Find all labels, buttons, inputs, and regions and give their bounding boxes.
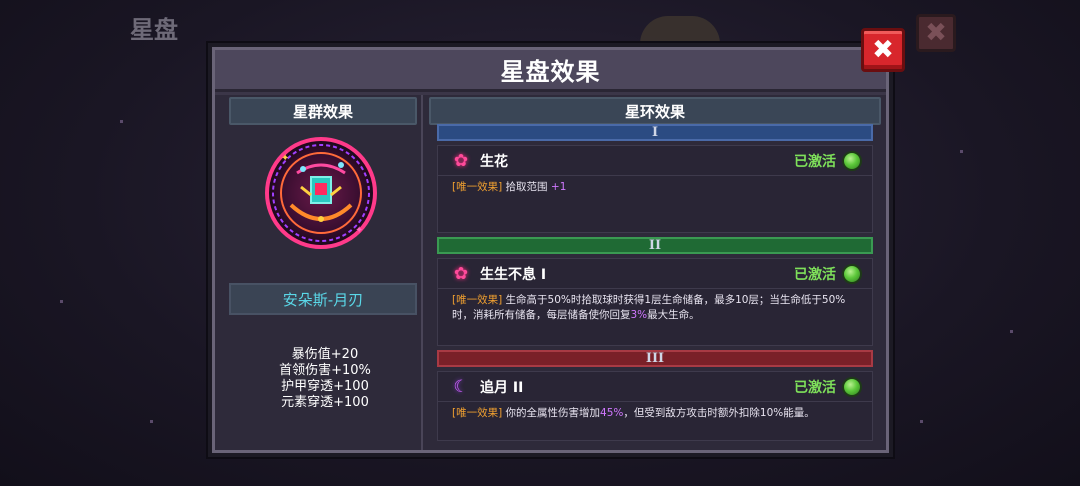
background-close-icon: ✖ xyxy=(916,14,956,52)
tier-1-effect-card: ✿ 生花 已激活 [唯一效果] 拾取范围 +1 xyxy=(437,145,873,233)
modal-header: 星盘效果 xyxy=(215,50,886,92)
effect-description: [唯一效果] 生命高于50%时拾取球时获得1层生命储备，最多10层；当生命低于5… xyxy=(438,289,872,329)
status-label: 已激活 xyxy=(794,266,836,283)
tier-3-bar: III xyxy=(437,350,873,367)
effect-name: 生花 xyxy=(480,153,508,170)
ring-effects-panel: 星环效果 I ✿ 生花 已激活 [唯一效果] 拾取范围 +1 II ✿ 生生不息… xyxy=(429,95,881,450)
active-status-icon xyxy=(842,376,862,397)
astrolabe-effects-modal: 星盘效果 星群效果 ✦ ✦ 安朵斯-月刃 暴伤值+20 首领伤害+10% 护甲穿… xyxy=(208,43,893,457)
stat-line: 护甲穿透+100 xyxy=(281,379,369,394)
star-decoration xyxy=(60,300,63,303)
crescent-moon-icon: ☾ xyxy=(453,376,469,397)
desc-text: 你的全属性伤害增加 xyxy=(505,407,601,419)
status-label: 已激活 xyxy=(794,379,836,396)
star-decoration xyxy=(150,420,153,423)
active-status-icon xyxy=(842,263,862,284)
desc-highlight: +1 xyxy=(550,181,567,193)
close-button[interactable]: ✖ xyxy=(861,28,905,72)
constellation-stats: 暴伤值+20 首领伤害+10% 护甲穿透+100 元素穿透+100 xyxy=(227,347,423,411)
desc-text: ，但受到敌方攻击时额外扣除10%能量。 xyxy=(623,407,815,419)
star-decoration xyxy=(960,150,963,153)
unique-effect-tag: [唯一效果] xyxy=(452,294,503,306)
status-label: 已激活 xyxy=(794,153,836,170)
constellation-effects-header: 星群效果 xyxy=(229,97,417,125)
tier-1-bar: I xyxy=(437,124,873,141)
desc-text: 最大生命。 xyxy=(647,309,700,321)
effect-row: ✿ 生花 已激活 xyxy=(438,146,872,176)
stat-line: 暴伤值+20 xyxy=(291,347,359,362)
background-title: 星盘 xyxy=(130,16,178,44)
desc-highlight: 45% xyxy=(600,407,624,419)
background-ornament xyxy=(640,16,720,44)
star-decoration xyxy=(1010,330,1013,333)
star-decoration xyxy=(120,120,123,123)
desc-highlight: 3% xyxy=(630,309,648,321)
effect-name: 生生不息 I xyxy=(480,266,547,283)
svg-text:✦: ✦ xyxy=(281,153,289,164)
effect-description: [唯一效果] 拾取范围 +1 xyxy=(438,176,872,201)
unique-effect-tag: [唯一效果] xyxy=(452,407,503,419)
constellation-panel: 星群效果 ✦ ✦ 安朵斯-月刃 暴伤值+20 首领伤害+10% 护甲穿透+100… xyxy=(227,95,423,450)
constellation-emblem-icon: ✦ ✦ xyxy=(261,133,381,253)
effect-description: [唯一效果] 你的全属性伤害增加45%，但受到敌方攻击时额外扣除10%能量。 xyxy=(438,402,872,427)
tier-2-bar: II xyxy=(437,237,873,254)
desc-text: 拾取范围 xyxy=(505,181,551,193)
effect-row: ✿ 生生不息 I 已激活 xyxy=(438,259,872,289)
effect-name: 追月 II xyxy=(480,379,524,396)
active-status-icon xyxy=(842,150,862,171)
ring-effects-header: 星环效果 xyxy=(429,97,881,125)
stat-line: 首领伤害+10% xyxy=(279,363,371,378)
stat-line: 元素穿透+100 xyxy=(281,395,369,410)
svg-text:✦: ✦ xyxy=(355,225,363,236)
constellation-name: 安朵斯-月刃 xyxy=(229,283,417,315)
modal-body: 星群效果 ✦ ✦ 安朵斯-月刃 暴伤值+20 首领伤害+10% 护甲穿透+100… xyxy=(215,95,886,450)
unique-effect-tag: [唯一效果] xyxy=(452,181,503,193)
effect-row: ☾ 追月 II 已激活 xyxy=(438,372,872,402)
tier-2-effect-card: ✿ 生生不息 I 已激活 [唯一效果] 生命高于50%时拾取球时获得1层生命储备… xyxy=(437,258,873,346)
tier-3-effect-card: ☾ 追月 II 已激活 [唯一效果] 你的全属性伤害增加45%，但受到敌方攻击时… xyxy=(437,371,873,441)
flower-icon: ✿ xyxy=(453,263,469,284)
modal-title: 星盘效果 xyxy=(500,58,601,86)
flower-icon: ✿ xyxy=(453,150,469,171)
star-decoration xyxy=(920,420,923,423)
